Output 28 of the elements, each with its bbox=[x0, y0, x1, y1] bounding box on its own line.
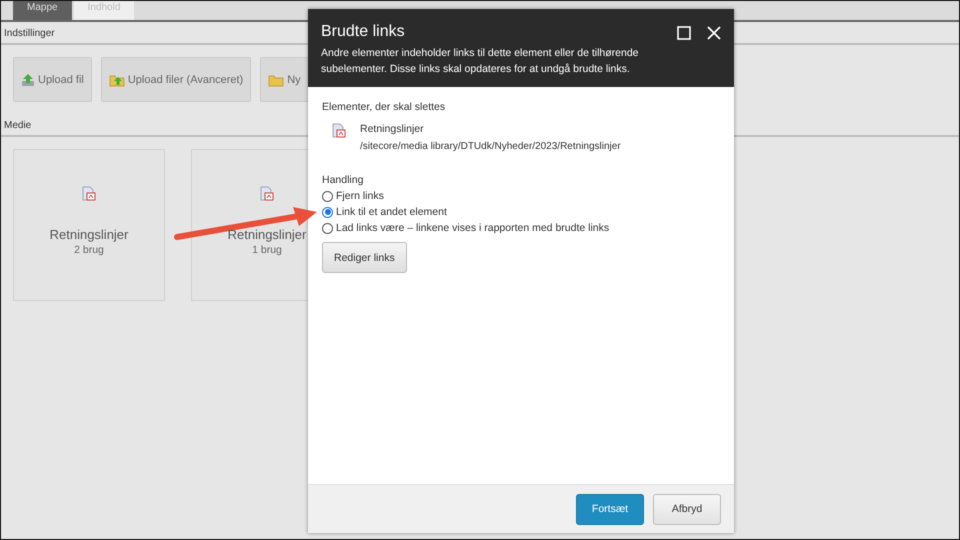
upload-icon bbox=[21, 72, 35, 86]
folder-icon bbox=[268, 72, 284, 86]
item-name: Retningslinjer bbox=[360, 123, 425, 135]
pdf-file-icon bbox=[332, 123, 346, 138]
continue-button[interactable]: Fortsæt bbox=[576, 494, 644, 524]
item-path: /sitecore/media library/DTUdk/Nyheder/2023/Retningslinjer bbox=[360, 141, 621, 152]
media-tile[interactable]: Retningslinjer 2 brug bbox=[13, 149, 165, 301]
close-button[interactable] bbox=[706, 25, 722, 41]
edit-links-button[interactable]: Rediger links bbox=[322, 242, 407, 273]
media-name: Retningslinjer bbox=[50, 227, 128, 242]
section-label: Elementer, der skal slettes bbox=[322, 101, 446, 113]
radio-button[interactable] bbox=[322, 190, 333, 202]
dialog-description: Andre elementer indeholder links til dette element eller de tilhørende subelementer. Disse links skal opdateres for at undgå brudte links. bbox=[321, 46, 640, 77]
dialog-title: Brudte links bbox=[321, 23, 405, 41]
cancel-button[interactable]: Afbryd bbox=[653, 494, 721, 524]
usage-count: 2 brug bbox=[74, 244, 104, 256]
toolbar-button[interactable]: Upload fil bbox=[13, 57, 92, 102]
pdf-file-icon bbox=[82, 186, 96, 201]
toolbar-button[interactable]: Ny bbox=[260, 57, 309, 102]
tab[interactable]: Mappe bbox=[13, 1, 72, 20]
radio-button[interactable] bbox=[322, 222, 333, 234]
maximize-button[interactable] bbox=[676, 25, 692, 41]
media-name: Retningslinjer bbox=[228, 227, 306, 242]
toolbar-button[interactable]: Upload filer (Avanceret) bbox=[100, 57, 252, 102]
pdf-file-icon bbox=[260, 186, 274, 201]
folder-upload-icon bbox=[108, 72, 125, 86]
radio-button[interactable] bbox=[322, 206, 333, 218]
usage-count: 1 brug bbox=[252, 244, 282, 256]
